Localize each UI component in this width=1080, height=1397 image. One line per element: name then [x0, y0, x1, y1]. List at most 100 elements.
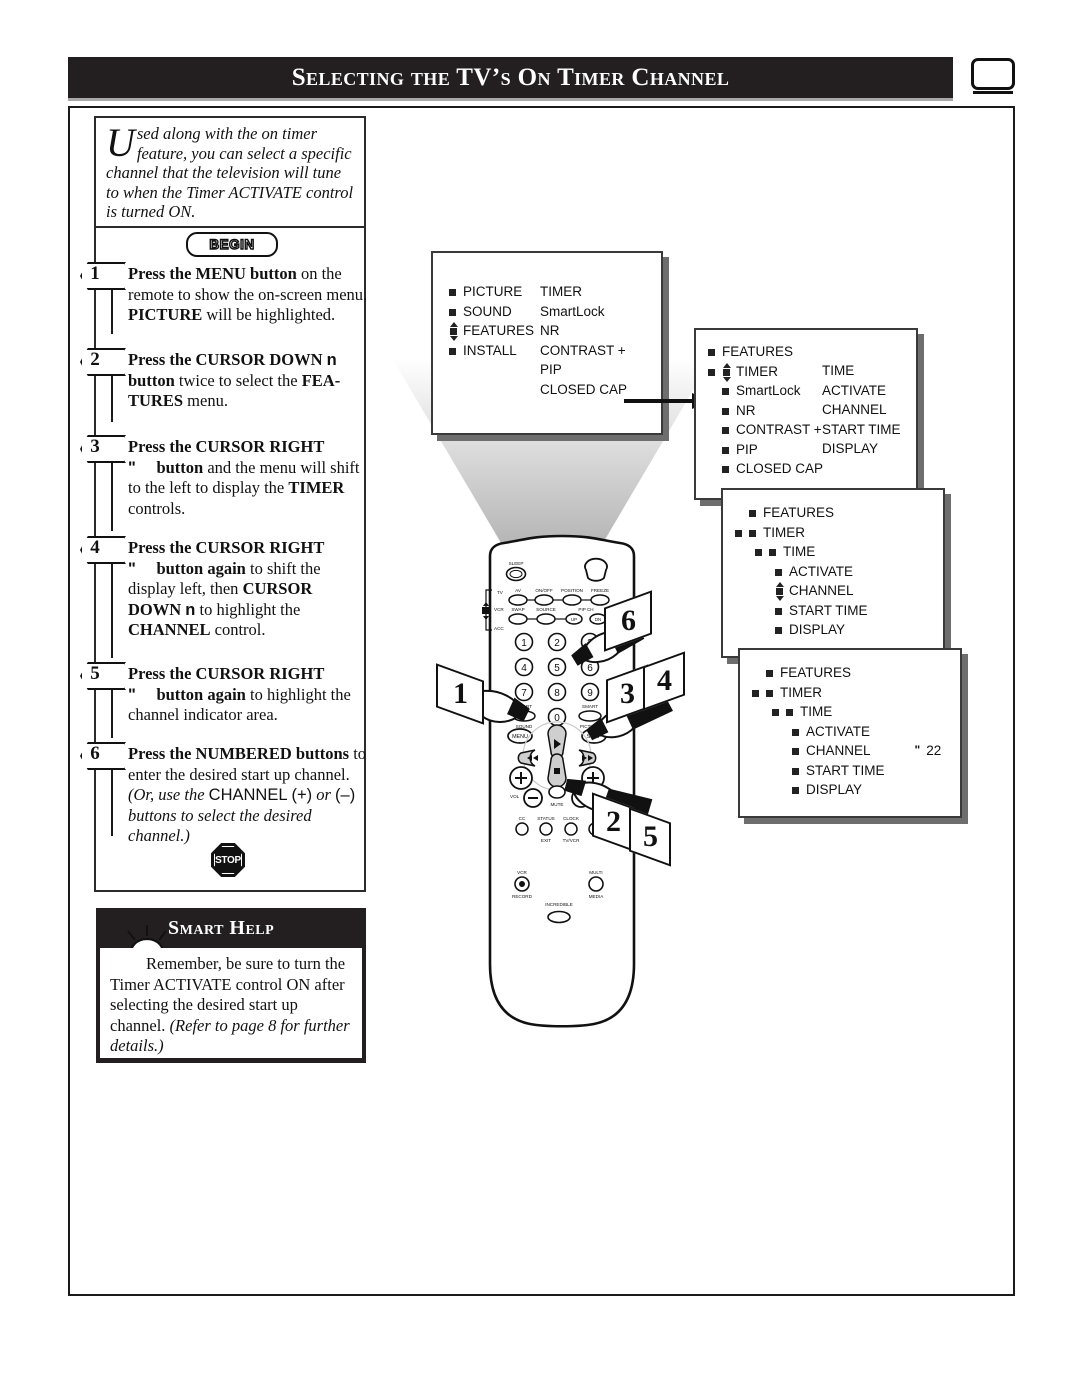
callout-2-5: 2 5 [556, 772, 676, 867]
begin-badge: BEGIN [186, 232, 278, 257]
menu-features-left-column: FEATURES TIMER SmartLock NR CONTRAST + P… [708, 344, 823, 481]
svg-text:2: 2 [554, 638, 560, 649]
menu-item[interactable]: PICTURE [449, 284, 534, 304]
menu-item[interactable]: TIME [822, 363, 901, 383]
menu-item[interactable]: FEATURES [752, 665, 941, 685]
intro-box: Used along with the on timer feature, yo… [94, 116, 366, 228]
menu-channel: FEATURES TIMER TIME ACTIVATE CHANNEL " 2… [738, 648, 962, 818]
cursor-right-marker: " [914, 743, 921, 757]
menu-item[interactable]: TIME [752, 704, 941, 724]
menu-item[interactable]: CHANNEL [822, 402, 901, 422]
menu-item[interactable]: TIMER [735, 525, 868, 545]
bullet-icon [769, 549, 776, 556]
bullet-icon [792, 728, 799, 736]
step-5: 5 Press the CURSOR RIGHT " button again t… [80, 662, 368, 726]
menu-item[interactable]: ACTIVATE [822, 383, 901, 403]
menu-item-label: ACTIVATE [789, 563, 854, 579]
step-2: 2 Press the CURSOR DOWN n button twice t… [80, 348, 368, 412]
menu-item[interactable]: NR [540, 323, 627, 343]
menu-item-selected[interactable]: TIMER [708, 362, 823, 384]
menu-item[interactable]: DISPLAY [822, 441, 901, 461]
svg-text:VCR: VCR [517, 870, 527, 875]
menu-item[interactable]: CONTRAST + [540, 343, 627, 363]
bullet-icon [772, 709, 779, 716]
step-text-4: Press the CURSOR RIGHT " button again to … [128, 538, 325, 640]
menu-item[interactable]: SmartLock [708, 383, 823, 403]
menu-item-selected[interactable]: FEATURES [449, 322, 535, 343]
callout-number-6: 6 [620, 604, 636, 637]
menu-channel-left-column: FEATURES TIMER TIME ACTIVATE CHANNEL " 2… [752, 665, 941, 802]
smart-help-text: Remember, be sure to turn the Timer ACTI… [110, 954, 350, 1055]
bullet-icon [749, 529, 756, 537]
menu-item-label: CONTRAST + [736, 422, 822, 437]
menu-item[interactable]: SmartLock [540, 304, 627, 324]
step-marker-5: 5 [80, 662, 126, 690]
menu-item[interactable]: TIMER [540, 284, 627, 304]
step-text-5: Press the CURSOR RIGHT " button again to … [128, 664, 351, 725]
menu-item[interactable]: ACTIVATE [735, 564, 868, 584]
step-marker-4: 4 [80, 536, 126, 564]
callout-3-4: 3 4 [580, 651, 700, 748]
svg-text:SLEEP: SLEEP [509, 561, 524, 566]
stop-badge-label: STOP [215, 854, 241, 866]
menu-item[interactable]: DISPLAY [735, 622, 868, 642]
step-text-6: Press the NUMBERED buttons to enter the … [128, 744, 367, 846]
menu-item[interactable]: DISPLAY [752, 782, 941, 802]
menu-item-label: FEATURES [463, 323, 535, 338]
menu-item-label: PIP [540, 362, 562, 377]
menu-item[interactable]: CONTRAST + [708, 422, 823, 442]
menu-item[interactable]: CLOSED CAP [540, 382, 627, 402]
menu-item-label: CHANNEL [806, 743, 871, 758]
menu-item-label: CHANNEL [822, 402, 887, 417]
channel-value: 22 [926, 743, 942, 758]
bullet-icon [735, 529, 742, 537]
step-marker-6: 6 [80, 742, 126, 770]
svg-text:SOURCE: SOURCE [536, 607, 556, 612]
menu-item[interactable]: PIP [708, 442, 823, 462]
menu-item-label: DISPLAY [806, 782, 863, 797]
menu-item[interactable]: ACTIVATE [752, 724, 941, 744]
step-marker-2: 2 [80, 348, 126, 376]
menu-item-label: INSTALL [463, 342, 517, 358]
svg-text:POSITION: POSITION [561, 588, 583, 593]
menu-item[interactable]: FEATURES [708, 344, 823, 364]
menu-item-label: TIME [800, 704, 833, 719]
bullet-icon [786, 709, 793, 716]
bullet-icon [775, 627, 782, 634]
menu-item-label: CHANNEL [789, 583, 854, 598]
menu-item-label: START TIME [789, 602, 868, 618]
menu-item[interactable]: START TIME [752, 763, 941, 783]
menu-item[interactable]: INSTALL [449, 343, 534, 363]
menu-item[interactable]: PIP [540, 362, 627, 382]
menu-item-label: FEATURES [722, 344, 794, 359]
bullet-icon [708, 368, 715, 376]
menu-item-label: START TIME [806, 762, 885, 778]
smart-help-inner: Remember, be sure to turn the Timer ACTI… [100, 948, 362, 1058]
page-header-bar: Selecting the TV’s On Timer Channel [68, 57, 953, 98]
bullet-icon [766, 689, 773, 697]
menu-item-selected[interactable]: CHANNEL " 22 [752, 743, 941, 763]
bullet-icon [722, 446, 729, 454]
svg-text:SWAP: SWAP [511, 607, 524, 612]
menu-item[interactable]: NR [708, 403, 823, 423]
menu-item-label: TIME [822, 363, 855, 378]
menu-item[interactable]: SOUND [449, 304, 534, 324]
bullet-icon [449, 347, 456, 355]
menu-item[interactable]: START TIME [735, 603, 868, 623]
bullet-icon [449, 308, 456, 316]
step-number-6: 6 [90, 743, 100, 764]
menu-item[interactable]: TIME [735, 544, 868, 564]
menu-item[interactable]: CLOSED CAP [708, 461, 823, 481]
menu-item-label: SmartLock [736, 383, 801, 398]
menu-item-selected[interactable]: CHANNEL [735, 582, 868, 603]
menu-item-label: ACTIVATE [822, 382, 887, 398]
menu-item[interactable]: START TIME [822, 422, 901, 442]
menu-timer-left-column: FEATURES TIMER TIME ACTIVATE CHANNEL STA… [735, 505, 868, 642]
callout-number-2: 2 [605, 805, 621, 838]
menu-item-label: FEATURES [780, 665, 852, 680]
bullet-icon [792, 787, 799, 794]
menu-item-label: TIMER [540, 284, 582, 299]
menu-item-label: PICTURE [463, 284, 523, 299]
menu-item[interactable]: FEATURES [735, 505, 868, 525]
menu-item[interactable]: TIMER [752, 685, 941, 705]
